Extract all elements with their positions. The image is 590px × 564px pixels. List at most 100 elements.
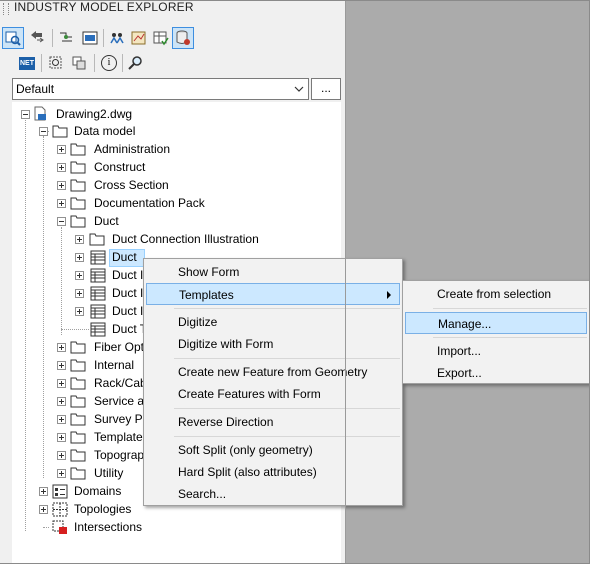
database-icon[interactable]: [172, 27, 194, 49]
dotnet-label: NET: [19, 56, 35, 70]
submenu-item-create-from-selection[interactable]: Create from selection: [405, 283, 587, 305]
select-object-icon[interactable]: [45, 52, 67, 74]
submenu-item-export[interactable]: Export...: [405, 362, 587, 384]
tree-item[interactable]: Duct Connection Illustration: [112, 231, 259, 247]
expand-toggle[interactable]: [75, 307, 84, 316]
collapse-toggle[interactable]: [21, 110, 30, 119]
zoom-icon[interactable]: [125, 52, 147, 74]
tree-item[interactable]: Survey Pl: [94, 411, 145, 427]
submenu-item-manage[interactable]: Manage...: [405, 312, 587, 334]
menu-item-search[interactable]: Search...: [146, 483, 400, 505]
tree-item-topologies[interactable]: Topologies: [74, 501, 131, 517]
tree-item-root[interactable]: Drawing2.dwg: [56, 106, 132, 122]
tree-item[interactable]: Cross Section: [94, 177, 169, 193]
expand-toggle[interactable]: [57, 145, 66, 154]
menu-item-templates[interactable]: Templates: [146, 283, 400, 305]
info-icon[interactable]: i: [98, 52, 120, 74]
tree-item[interactable]: Topograp: [94, 447, 144, 463]
collapse-toggle[interactable]: [39, 127, 48, 136]
expand-toggle[interactable]: [75, 253, 84, 262]
expand-toggle[interactable]: [57, 469, 66, 478]
toolbar-row-2: NET i: [2, 51, 340, 75]
tree-item[interactable]: Internal: [94, 357, 134, 373]
table-icon: [90, 322, 106, 337]
tree-item[interactable]: Utility: [94, 465, 123, 481]
window-border: [0, 0, 590, 1]
tree-item[interactable]: Fiber Opt: [94, 339, 144, 355]
submenu-arrow-icon: [387, 291, 391, 299]
tree-item[interactable]: Duct I: [112, 267, 143, 283]
tree-item[interactable]: Documentation Pack: [94, 195, 205, 211]
dropdown-value: Default: [16, 82, 55, 96]
users-icon[interactable]: [106, 27, 128, 49]
menu-item-soft-split[interactable]: Soft Split (only geometry): [146, 439, 400, 461]
menu-item-digitize[interactable]: Digitize: [146, 311, 400, 333]
menu-item-label: Export...: [437, 366, 482, 380]
feature-class-icon: [90, 268, 106, 283]
form-view-icon[interactable]: [79, 27, 101, 49]
expand-toggle[interactable]: [75, 289, 84, 298]
menu-item-label: Templates: [179, 288, 234, 302]
expand-toggle[interactable]: [57, 163, 66, 172]
menu-item-label: Digitize with Form: [178, 337, 274, 351]
tree-item-duct[interactable]: Duct: [112, 249, 137, 265]
palette-title: INDUSTRY MODEL EXPLORER: [14, 0, 194, 14]
tree-item[interactable]: Duct I: [112, 285, 143, 301]
pane-divider[interactable]: [345, 0, 346, 564]
expand-toggle[interactable]: [57, 361, 66, 370]
dotnet-icon[interactable]: NET: [16, 52, 38, 74]
menu-item-create-features-with-form[interactable]: Create Features with Form: [146, 383, 400, 405]
tree-item[interactable]: Duct I: [112, 303, 143, 319]
tree-item[interactable]: Template: [94, 429, 143, 445]
tree-item-duct-folder[interactable]: Duct: [94, 213, 119, 229]
feature-class-icon: [90, 250, 106, 265]
folder-icon: [70, 413, 86, 426]
expand-toggle[interactable]: [57, 433, 66, 442]
expand-toggle[interactable]: [57, 343, 66, 352]
expand-toggle[interactable]: [57, 397, 66, 406]
tree-item-intersections[interactable]: Intersections: [74, 519, 142, 535]
menu-item-reverse-direction[interactable]: Reverse Direction: [146, 411, 400, 433]
feature-class-icon: [90, 304, 106, 319]
menu-item-label: Hard Split (also attributes): [178, 465, 317, 479]
tree-item[interactable]: Construct: [94, 159, 145, 175]
expand-toggle[interactable]: [75, 271, 84, 280]
menu-item-show-form[interactable]: Show Form: [146, 261, 400, 283]
copy-icon[interactable]: [68, 52, 90, 74]
palette-grip[interactable]: [3, 3, 9, 15]
export-map-icon[interactable]: [128, 27, 150, 49]
folder-icon: [70, 143, 86, 156]
tree-item[interactable]: Duct T: [112, 321, 147, 337]
back-arrow-icon[interactable]: [26, 27, 48, 49]
collapse-toggle[interactable]: [57, 217, 66, 226]
expand-toggle[interactable]: [57, 451, 66, 460]
tree-item-data-model[interactable]: Data model: [74, 123, 135, 139]
browse-button[interactable]: ...: [311, 78, 341, 100]
model-view-dropdown[interactable]: Default: [12, 78, 309, 100]
folder-icon: [70, 377, 86, 390]
expand-toggle[interactable]: [39, 505, 48, 514]
menu-item-label: Digitize: [178, 315, 218, 329]
expand-toggle[interactable]: [57, 199, 66, 208]
menu-item-create-from-geometry[interactable]: Create new Feature from Geometry: [146, 361, 400, 383]
menu-item-digitize-with-form[interactable]: Digitize with Form: [146, 333, 400, 355]
folder-icon: [89, 233, 105, 246]
filter-icon[interactable]: [56, 27, 78, 49]
folder-icon: [70, 449, 86, 462]
templates-submenu: Create from selection Manage... Import..…: [402, 280, 590, 384]
tree-item[interactable]: Rack/Cab: [94, 375, 147, 391]
menu-item-hard-split[interactable]: Hard Split (also attributes): [146, 461, 400, 483]
submenu-item-import[interactable]: Import...: [405, 340, 587, 362]
expand-toggle[interactable]: [75, 235, 84, 244]
expand-toggle[interactable]: [39, 487, 48, 496]
tree-item[interactable]: Service ac: [94, 393, 150, 409]
tree-item-domains[interactable]: Domains: [74, 483, 121, 499]
topologies-icon: [52, 502, 68, 517]
table-check-icon[interactable]: [150, 27, 172, 49]
explorer-view-icon[interactable]: [2, 27, 24, 49]
tree-item[interactable]: Administration: [94, 141, 170, 157]
expand-toggle[interactable]: [57, 415, 66, 424]
expand-toggle[interactable]: [57, 379, 66, 388]
chevron-down-icon: [294, 86, 304, 92]
expand-toggle[interactable]: [57, 181, 66, 190]
